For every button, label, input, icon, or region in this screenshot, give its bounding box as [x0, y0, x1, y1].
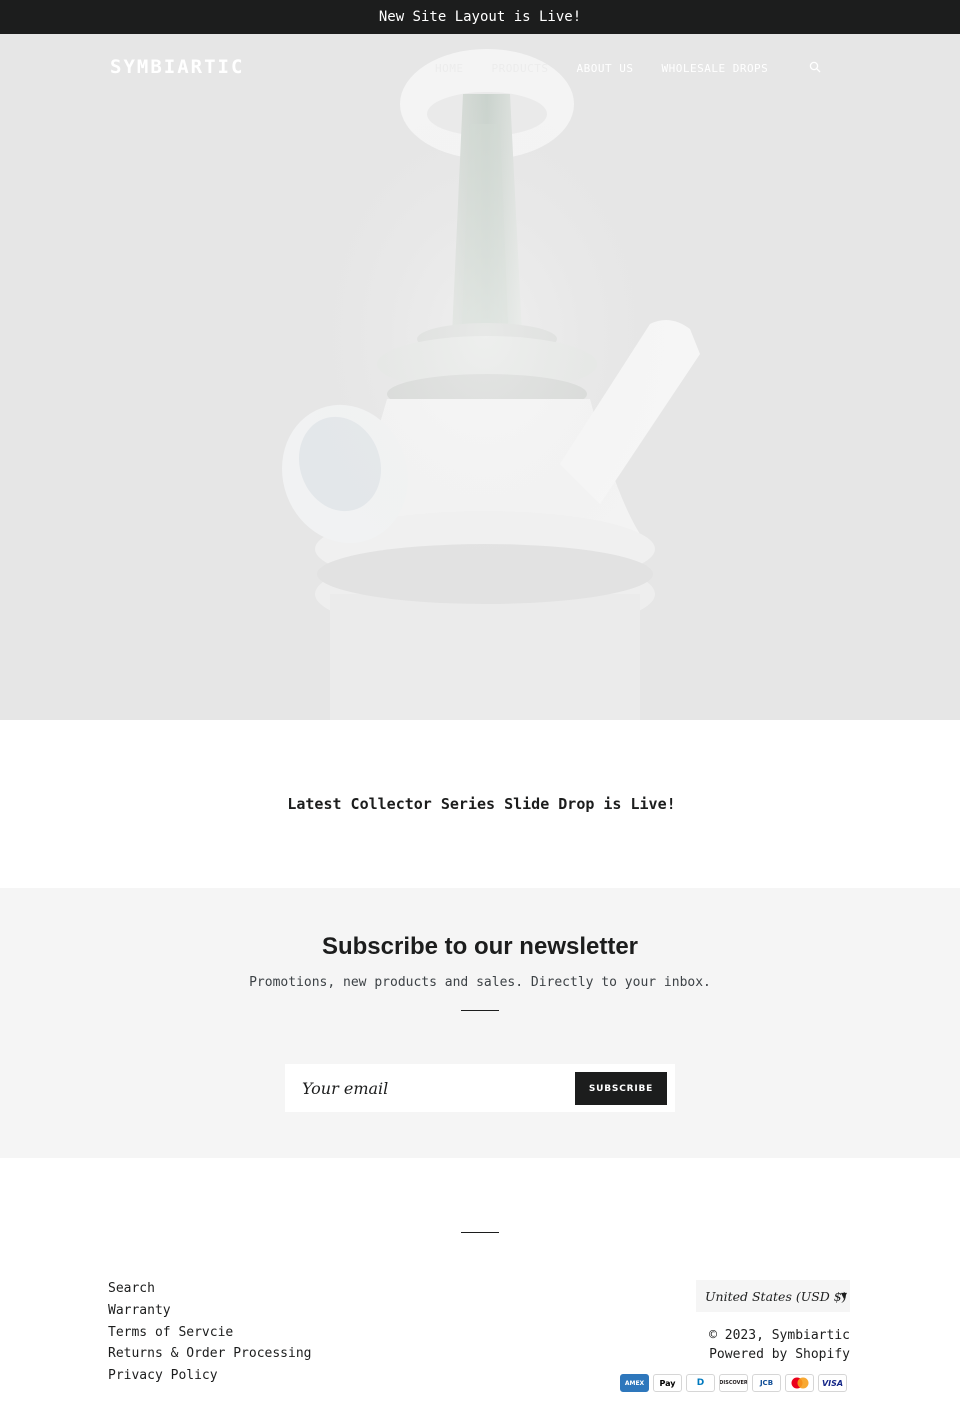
footer-link-returns[interactable]: Returns & Order Processing — [108, 1343, 312, 1365]
site-footer: Search Warranty Terms of Servcie Returns… — [0, 1158, 960, 1425]
search-icon[interactable] — [809, 61, 821, 76]
nav-item-products[interactable]: PRODUCTS — [492, 62, 549, 75]
newsletter-form: SUBSCRIBE — [285, 1064, 675, 1112]
currency-value: United States (USD $) — [705, 1288, 847, 1304]
section-divider — [461, 1010, 499, 1011]
promo-section: Latest Collector Series Slide Drop is Li… — [0, 720, 960, 888]
newsletter-subtitle: Promotions, new products and sales. Dire… — [249, 975, 711, 990]
footer-links: Search Warranty Terms of Servcie Returns… — [108, 1278, 312, 1387]
copyright-block: © 2023, Symbiartic Powered by Shopify — [709, 1326, 850, 1364]
promo-heading: Latest Collector Series Slide Drop is Li… — [287, 795, 676, 813]
site-header: SYMBIARTIC HOME PRODUCTS ABOUT US WHOLES… — [0, 34, 960, 104]
footer-link-terms[interactable]: Terms of Servcie — [108, 1322, 312, 1344]
newsletter-title: Subscribe to our newsletter — [321, 933, 639, 960]
chevron-down-icon: ▼ — [840, 1291, 847, 1300]
newsletter-section: Subscribe to our newsletter Promotions, … — [0, 888, 960, 1158]
footer-link-privacy[interactable]: Privacy Policy — [108, 1365, 312, 1387]
announcement-text: New Site Layout is Live! — [378, 9, 582, 25]
subscribe-button[interactable]: SUBSCRIBE — [575, 1072, 667, 1105]
diners-club-icon: D — [686, 1374, 715, 1392]
hero-product-image — [0, 34, 960, 720]
footer-link-warranty[interactable]: Warranty — [108, 1300, 312, 1322]
nav-item-home[interactable]: HOME — [435, 62, 464, 75]
copyright-text: © 2023, Symbiartic — [709, 1328, 850, 1343]
mastercard-icon — [785, 1374, 814, 1392]
currency-selector[interactable]: United States (USD $) ▼ — [696, 1280, 850, 1312]
hero-slideshow[interactable] — [0, 34, 960, 720]
discover-icon: DISCOVER — [719, 1374, 748, 1392]
main-nav: HOME PRODUCTS ABOUT US WHOLESALE DROPS — [435, 62, 768, 75]
powered-by-link[interactable]: Powered by Shopify — [709, 1345, 850, 1364]
footer-divider — [461, 1232, 499, 1233]
visa-icon: VISA — [818, 1374, 847, 1392]
announcement-bar: New Site Layout is Live! — [0, 0, 960, 34]
amex-icon: AMEX — [620, 1374, 649, 1392]
nav-item-about-us[interactable]: ABOUT US — [576, 62, 633, 75]
site-logo[interactable]: SYMBIARTIC — [110, 56, 244, 78]
apple-pay-icon: Pay — [653, 1374, 682, 1392]
email-field[interactable] — [285, 1064, 575, 1112]
jcb-icon: JCB — [752, 1374, 781, 1392]
footer-link-search[interactable]: Search — [108, 1278, 312, 1300]
payment-icons: AMEX Pay D DISCOVER JCB VISA — [620, 1374, 847, 1392]
nav-item-wholesale-drops[interactable]: WHOLESALE DROPS — [661, 62, 768, 75]
